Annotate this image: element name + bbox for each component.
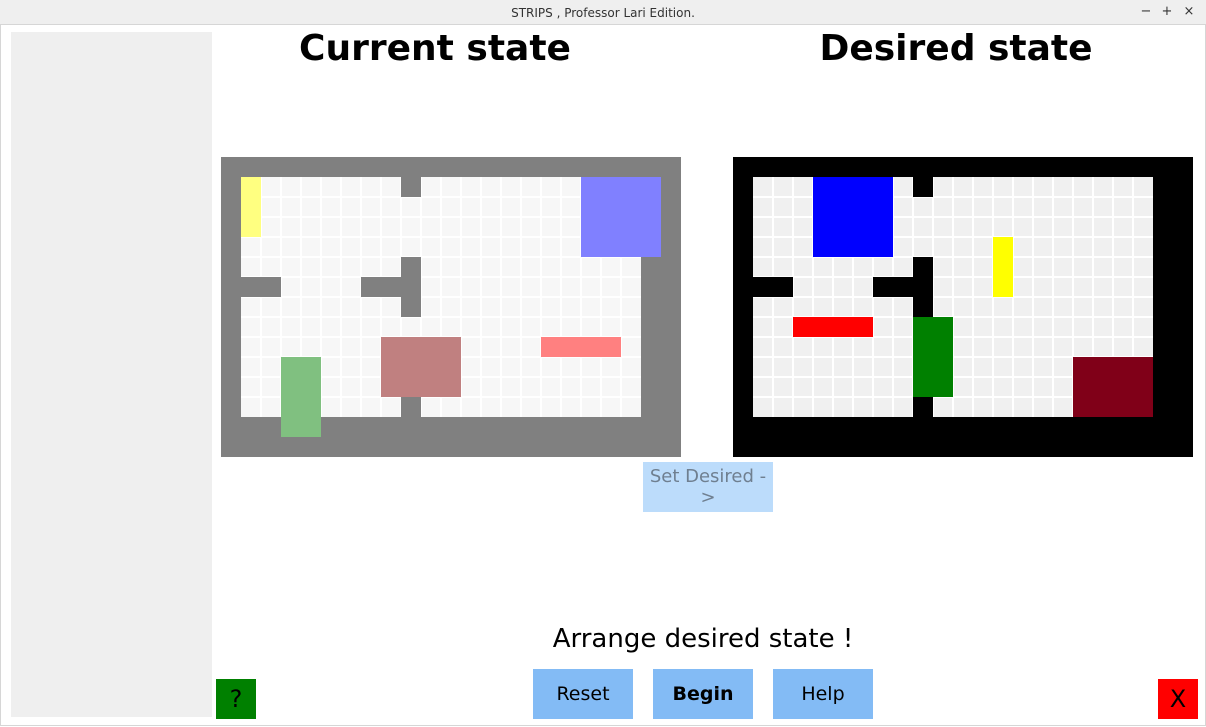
wall-cell [913, 257, 933, 277]
grid-line [241, 316, 641, 318]
wall-cell [401, 277, 421, 297]
sidebar-panel [11, 32, 212, 717]
wall-cell [241, 277, 261, 297]
window-titlebar: STRIPS , Professor Lari Edition. − + × [0, 0, 1206, 25]
desired-state-heading: Desired state [819, 28, 1093, 69]
wall-cell [753, 277, 773, 297]
question-button[interactable]: ? [216, 679, 256, 719]
wall-cell [913, 397, 933, 417]
help-button[interactable]: Help [773, 669, 873, 719]
grid-line [753, 296, 1153, 298]
red-block [541, 337, 621, 357]
wall-cell [401, 397, 421, 417]
current-state-board [221, 157, 681, 457]
grid-line [241, 276, 641, 278]
desired-state-grid[interactable] [733, 157, 1193, 457]
wall-cell [401, 297, 421, 317]
begin-button[interactable]: Begin [653, 669, 753, 719]
close-icon[interactable]: × [1180, 3, 1198, 21]
maximize-icon[interactable]: + [1158, 3, 1176, 21]
minimize-icon[interactable]: − [1137, 3, 1155, 21]
wall-cell [261, 277, 281, 297]
maroon-block [381, 337, 461, 397]
wall-cell [873, 277, 893, 297]
wall-cell [401, 257, 421, 277]
current-state-grid [221, 157, 681, 457]
green-block [281, 357, 321, 437]
current-state-heading: Current state [299, 28, 571, 69]
exit-button[interactable]: X [1158, 679, 1198, 719]
set-desired-button[interactable]: Set Desired -> [643, 462, 773, 512]
red-block [793, 317, 873, 337]
wall-cell [913, 177, 933, 197]
status-message: Arrange desired state ! [552, 624, 854, 654]
reset-button[interactable]: Reset [533, 669, 633, 719]
yellow-block [241, 177, 261, 237]
wall-cell [913, 297, 933, 317]
window-title: STRIPS , Professor Lari Edition. [511, 6, 695, 20]
wall-cell [893, 277, 913, 297]
wall-cell [913, 277, 933, 297]
wall-cell [361, 277, 381, 297]
wall-cell [401, 177, 421, 197]
wall-cell [381, 277, 401, 297]
green-block [913, 317, 953, 397]
blue-block [581, 177, 661, 257]
desired-state-board[interactable] [733, 157, 1193, 457]
yellow-block [993, 237, 1013, 297]
maroon-block [1073, 357, 1153, 417]
grid-line [753, 276, 1153, 278]
wall-cell [773, 277, 793, 297]
grid-line [241, 296, 641, 298]
blue-block [813, 177, 893, 257]
